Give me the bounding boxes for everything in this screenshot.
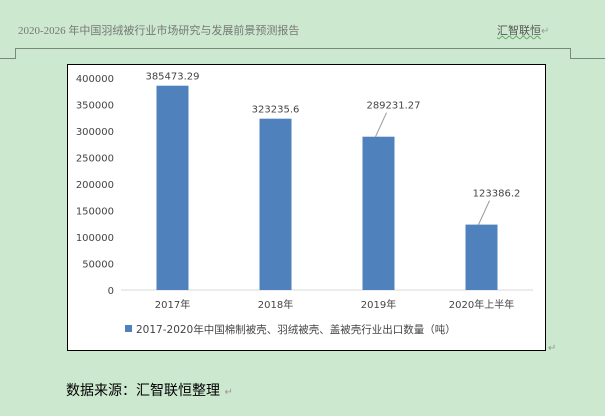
header-rule-left-tail	[0, 58, 16, 59]
x-tick-label: 2018年	[258, 298, 293, 311]
x-tick-label: 2020年上半年	[449, 298, 514, 311]
data-label: 323235.6	[252, 105, 300, 116]
header-rule-right	[570, 48, 571, 58]
y-tick-label: 350000	[76, 101, 114, 112]
data-label: 385473.29	[145, 72, 199, 83]
y-tick-label: 50000	[82, 260, 114, 271]
x-tick-label: 2017年	[155, 298, 190, 311]
bar	[156, 85, 189, 290]
leader-line	[478, 200, 490, 225]
bar	[465, 224, 498, 290]
source-note: 数据来源：汇智联恒整理 ↵	[66, 383, 233, 399]
data-label: 123386.2	[473, 189, 521, 200]
y-tick-label: 100000	[76, 233, 114, 244]
document-header-title: 2020-2026 年中国羽绒被行业市场研究与发展前景预测报告	[18, 25, 300, 37]
x-tick-label: 2019年	[361, 298, 396, 311]
legend-label: 2017-2020年中国棉制被壳、羽绒被壳、盖被壳行业出口数量（吨）	[136, 323, 456, 336]
bar	[259, 118, 292, 290]
chart: 0 50000 100000 150000 200000 250000 300000 3500…	[67, 64, 546, 351]
y-tick-label: 300000	[76, 127, 114, 138]
y-tick-label: 250000	[76, 154, 114, 165]
y-tick-label: 400000	[76, 74, 114, 85]
y-tick-label: 150000	[76, 207, 114, 218]
header-rule-right-tail	[570, 58, 605, 59]
y-tick-label: 200000	[76, 180, 114, 191]
legend-swatch	[125, 325, 132, 332]
document-header-brand: 汇智联恒↵	[497, 24, 550, 37]
leader-line	[375, 112, 387, 137]
y-tick-label: 0	[108, 286, 114, 297]
paragraph-mark: ↵	[548, 343, 557, 354]
header-rule	[15, 48, 570, 49]
header-rule-left	[15, 48, 16, 58]
bar	[362, 136, 395, 290]
data-label: 289231.27	[366, 101, 420, 112]
